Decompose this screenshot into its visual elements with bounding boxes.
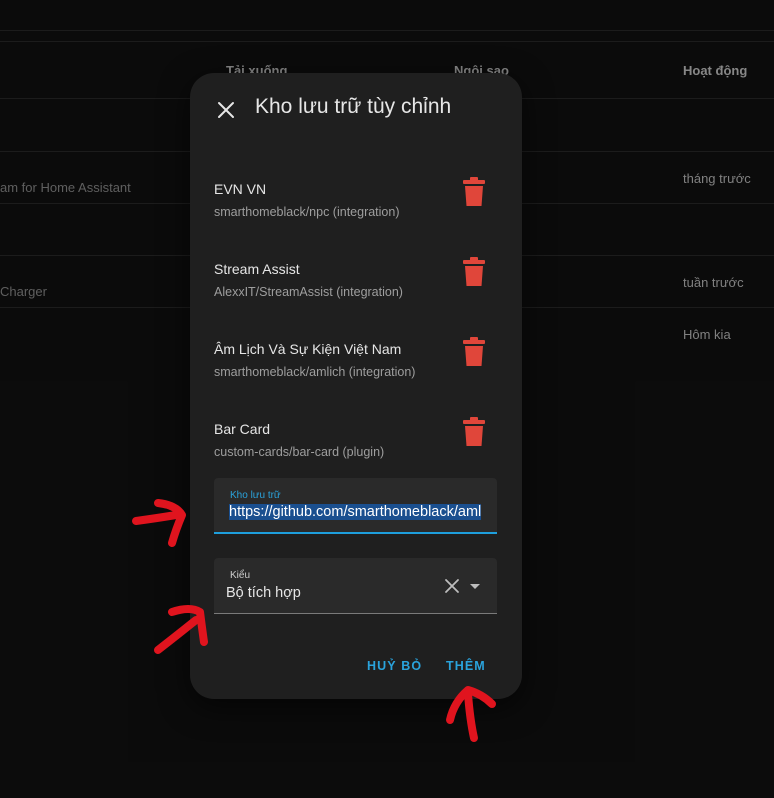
selected-text: https://github.com/smarthomeblack/amlich [229,504,481,520]
repository-url-field[interactable]: Kho lưu trữ https://github.com/smarthome… [214,478,497,534]
trash-icon [463,177,485,206]
delete-button[interactable] [460,335,488,369]
type-label: Kiểu [230,570,251,581]
close-button[interactable] [212,96,240,124]
repository-item: Stream Assist AlexxIT/StreamAssist (inte… [214,257,504,321]
delete-button[interactable] [460,175,488,209]
trash-icon [463,337,485,366]
repository-item: Bar Card custom-cards/bar-card (plugin) [214,417,504,481]
annotation-arrow-icon [154,605,208,654]
repository-name: EVN VN [214,181,267,197]
trash-icon [463,417,485,446]
repository-url-label: Kho lưu trữ [230,490,281,501]
close-icon [218,102,234,118]
repository-name: Stream Assist [214,261,300,277]
arrow-drop-down-icon [470,584,480,589]
type-value: Bộ tích hợp [226,585,301,601]
type-select[interactable]: Kiểu Bộ tích hợp [214,558,497,614]
repository-url-input[interactable]: https://github.com/smarthomeblack/amlich [229,504,481,524]
repository-item: Âm Lịch Và Sự Kiện Việt Nam smarthomebla… [214,337,504,401]
repository-name: Âm Lịch Và Sự Kiện Việt Nam [214,341,402,357]
dropdown-button[interactable] [466,577,484,595]
annotation-arrow-icon [132,499,186,547]
repository-path: AlexxIT/StreamAssist (integration) [214,285,403,299]
repository-name: Bar Card [214,421,271,437]
repository-path: smarthomeblack/npc (integration) [214,205,400,219]
repository-path: custom-cards/bar-card (plugin) [214,445,385,459]
trash-icon [463,257,485,286]
cancel-button[interactable]: HUỶ BỎ [367,659,422,673]
repository-item: EVN VN smarthomeblack/npc (integration) [214,177,504,241]
delete-button[interactable] [460,415,488,449]
annotation-arrow-icon [446,686,496,742]
clear-icon [445,579,459,593]
custom-repositories-dialog: Kho lưu trữ tùy chỉnh EVN VN smarthomebl… [190,73,522,699]
dialog-title: Kho lưu trữ tùy chỉnh [255,95,452,118]
clear-button[interactable] [443,577,461,595]
repository-path: smarthomeblack/amlich (integration) [214,365,416,379]
delete-button[interactable] [460,255,488,289]
add-button[interactable]: THÊM [446,659,486,673]
